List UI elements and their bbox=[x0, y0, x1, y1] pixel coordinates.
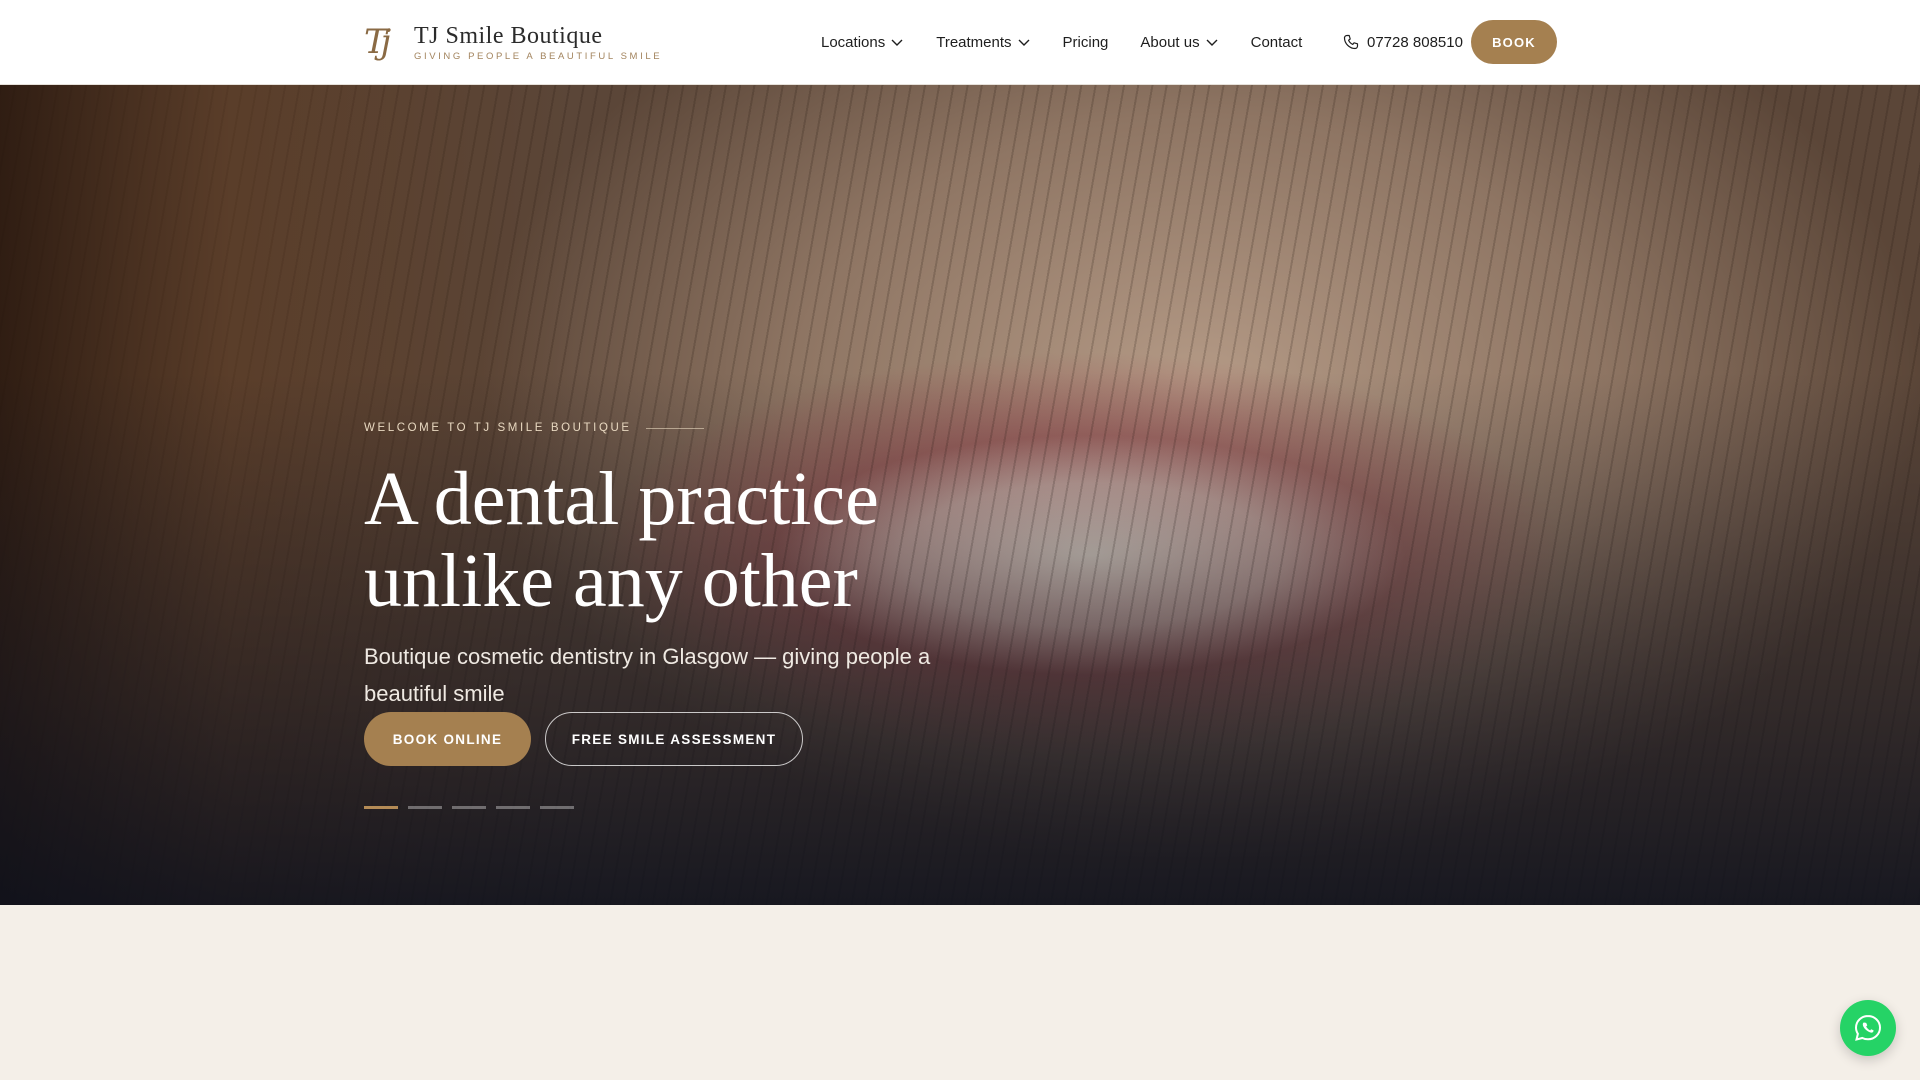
nav-item-label: Pricing bbox=[1062, 33, 1109, 51]
nav-item-about-us[interactable]: About us bbox=[1140, 34, 1218, 51]
nav-item-locations[interactable]: Locations bbox=[821, 34, 904, 51]
chevron-down-icon bbox=[1018, 39, 1030, 46]
chevron-down-icon bbox=[891, 39, 903, 46]
nav-item-treatments[interactable]: Treatments bbox=[936, 34, 1030, 51]
phone-number: 07728 808510 bbox=[1367, 33, 1463, 51]
nav-item-label: Locations bbox=[821, 33, 886, 51]
logo-text: TJ Smile Boutique GIVING PEOPLE A BEAUTI… bbox=[414, 23, 662, 62]
book-button[interactable]: BOOK bbox=[1471, 20, 1557, 64]
nav-item-label: Contact bbox=[1250, 33, 1303, 51]
hero-subheading: Boutique cosmetic dentistry in Glasgow —… bbox=[364, 644, 931, 706]
hero-headline-line-2: unlike any other bbox=[364, 539, 858, 623]
whatsapp-icon bbox=[1854, 1014, 1882, 1041]
hero-content: WELCOME TO TJ SMILE BOUTIQUE A dental pr… bbox=[364, 85, 1064, 905]
content-section bbox=[0, 905, 1920, 1080]
nav-item-label: Treatments bbox=[936, 33, 1012, 51]
slider-pagination bbox=[364, 806, 584, 809]
slider-dot-2[interactable] bbox=[408, 806, 442, 809]
slider-dot-5[interactable] bbox=[540, 806, 574, 809]
whatsapp-button[interactable] bbox=[1840, 1000, 1896, 1056]
slider-dot-3[interactable] bbox=[452, 806, 486, 809]
nav-item-contact[interactable]: Contact bbox=[1251, 34, 1303, 51]
brand-name: TJ Smile Boutique bbox=[414, 22, 603, 49]
hero-section: WELCOME TO TJ SMILE BOUTIQUE A dental pr… bbox=[0, 85, 1920, 905]
book-online-button[interactable]: BOOK ONLINE bbox=[364, 712, 531, 766]
hero-eyebrow-text: WELCOME TO TJ SMILE BOUTIQUE bbox=[364, 422, 632, 434]
main-nav: Locations Treatments Pricing About us Co… bbox=[821, 0, 1342, 84]
logo-mark: Tj bbox=[364, 22, 391, 62]
phone-icon bbox=[1343, 34, 1359, 50]
free-smile-assessment-button[interactable]: FREE SMILE ASSESSMENT bbox=[545, 712, 803, 766]
site-header: Tj TJ Smile Boutique GIVING PEOPLE A BEA… bbox=[0, 0, 1920, 85]
hero-eyebrow: WELCOME TO TJ SMILE BOUTIQUE bbox=[364, 422, 704, 434]
chevron-down-icon bbox=[1206, 39, 1218, 46]
hero-headline-line-1: A dental practice bbox=[364, 457, 879, 541]
logo[interactable]: Tj TJ Smile Boutique GIVING PEOPLE A BEA… bbox=[364, 20, 662, 64]
slider-dot-1[interactable] bbox=[364, 806, 398, 809]
eyebrow-divider bbox=[645, 427, 704, 429]
nav-item-pricing[interactable]: Pricing bbox=[1063, 34, 1109, 51]
phone-link[interactable]: 07728 808510 bbox=[1343, 0, 1463, 84]
slider-dot-4[interactable] bbox=[496, 806, 530, 809]
brand-tagline: GIVING PEOPLE A BEAUTIFUL SMILE bbox=[414, 50, 663, 62]
hero-headline: A dental practice unlike any other bbox=[364, 458, 1064, 622]
nav-item-label: About us bbox=[1140, 33, 1200, 51]
